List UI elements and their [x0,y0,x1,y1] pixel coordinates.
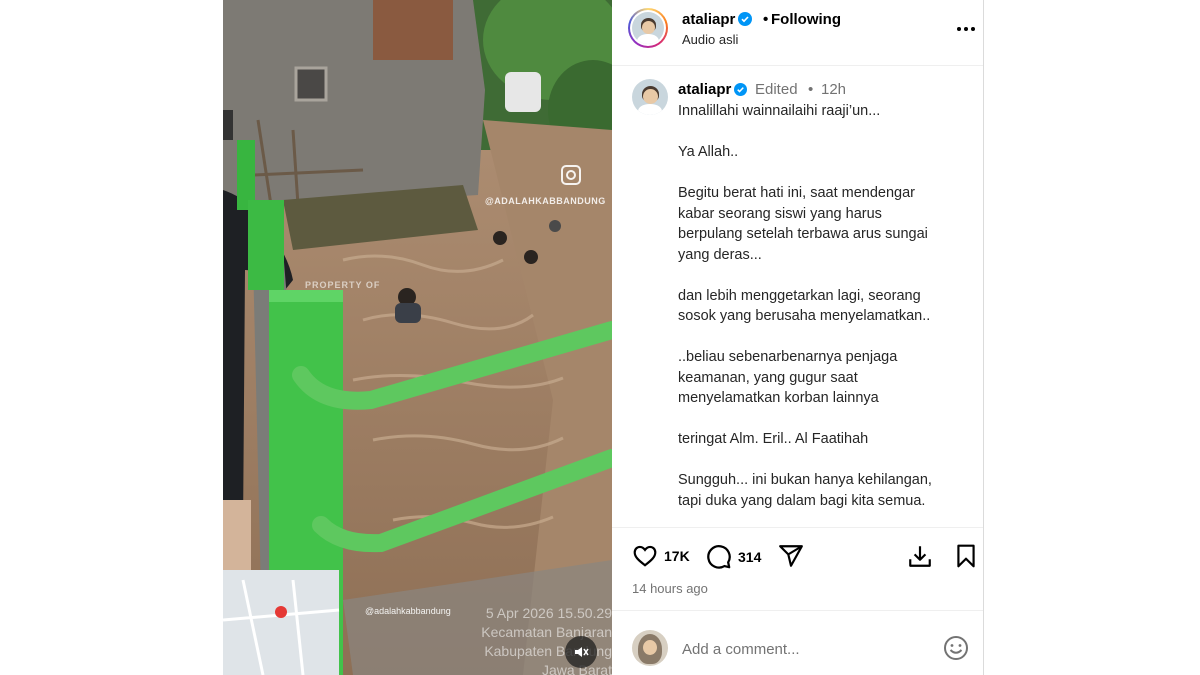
instagram-watermark-icon [561,165,581,185]
caption-time[interactable]: 12h [821,81,846,98]
video-watermark-property: PROPERTY OF [305,280,381,290]
post-time-ago[interactable]: 14 hours ago [632,581,708,596]
caption-paragraph: Ya Allah.. [678,142,978,163]
video-frame [223,0,612,675]
caption-username-text[interactable]: ataliapr [678,81,731,98]
verified-badge-icon [738,12,753,26]
header-separator: • [763,11,769,28]
caption-username[interactable]: ataliapr [678,81,748,98]
caption-line: Begitu berat hati ini, saat mendengar [678,185,915,201]
reel-video[interactable]: @ADALAHKABBANDUNG PROPERTY OF @adalahkab… [223,0,612,675]
comment-icon[interactable] [705,543,732,570]
comment-input[interactable] [682,638,922,660]
download-icon[interactable] [907,543,933,569]
avatar [632,12,664,44]
caption-line: ..beliau sebenarbenarnya penjaga [678,349,898,365]
current-user-avatar [632,630,668,666]
heart-icon[interactable] [632,543,658,569]
caption-paragraph: ..beliau sebenarbenarnya penjaga keamana… [678,347,978,409]
caption-line: Ya Allah.. [678,144,739,160]
caption-line: dan lebih menggetarkan lagi, seorang [678,287,921,304]
story-ring-avatar[interactable] [628,8,668,48]
caption-text: Innalillahi wainnailaihi raaji’un... Ya … [678,101,978,532]
bookmark-icon[interactable] [953,543,979,569]
speaker-muted-icon [575,647,589,657]
caption-paragraph: teringat Alm. Eril.. Al Faatihah [678,429,978,450]
comment-divider [612,610,983,611]
like-count[interactable]: 17K [664,548,690,564]
actions-divider [612,527,983,528]
following-button[interactable]: Following [771,11,841,28]
audio-link[interactable]: Audio asli [682,32,738,47]
caption-avatar[interactable] [632,79,668,115]
caption-line: sosok yang berusaha menyelamatkan.. [678,308,931,324]
emoji-icon[interactable] [943,635,969,661]
caption-line: yang deras... [678,246,762,263]
caption-line: keamanan, yang gugur saat [678,369,858,386]
caption-paragraph: Begitu berat hati ini, saat mendengar ka… [678,183,978,265]
post-header: ataliapr • Following Audio asli [612,0,983,66]
mute-button[interactable] [565,636,597,668]
verified-badge-icon [734,83,748,96]
like-action[interactable]: 17K [632,543,690,569]
header-username-text[interactable]: ataliapr [682,11,735,28]
caption-line: menyelamatkan korban lainnya [678,390,879,406]
caption-line: Sungguh... ini bukan hanya kehilangan, [678,472,932,488]
caption-line: Innalillahi wainnailaihi raaji’un... [678,103,881,119]
caption-paragraph: dan lebih menggetarkan lagi, seorang sos… [678,286,978,327]
header-username[interactable]: ataliapr [682,11,753,28]
share-icon[interactable] [778,543,804,569]
caption-line: kabar seorang siswi yang harus [678,205,882,222]
more-horizontal-icon[interactable] [955,18,977,40]
video-watermark-bottom: @adalahkabbandung [365,606,451,616]
caption-paragraph: Sungguh... ini bukan hanya kehilangan, t… [678,470,978,511]
video-watermark-handle: @ADALAHKABBANDUNG [485,196,606,206]
caption-line: berpulang setelah terbawa arus sungai [678,226,928,242]
caption-separator: • [808,81,814,98]
post-side-panel: ataliapr • Following Audio asli ataliapr… [612,0,984,675]
comment-action[interactable]: 314 [705,543,761,570]
comment-count[interactable]: 314 [738,549,761,565]
caption-paragraph: Innalillahi wainnailaihi raaji’un... [678,101,978,122]
edited-label: Edited [755,81,798,98]
caption-line: teringat Alm. Eril.. Al Faatihah [678,431,869,447]
caption-line: tapi duka yang dalam bagi kita semua. [678,492,926,509]
timestamp-line: 5 Apr 2026 15.50.29 [485,605,612,621]
